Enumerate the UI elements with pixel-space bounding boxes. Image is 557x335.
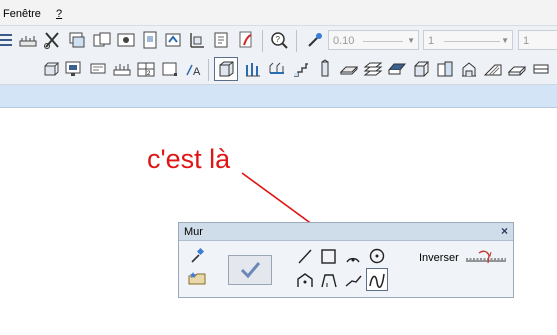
line-tool-icon[interactable]	[295, 246, 315, 266]
spline-tool-icon	[369, 273, 385, 288]
apply-button[interactable]	[228, 255, 272, 285]
polyline-tool-icon[interactable]	[343, 270, 363, 290]
circle-tool-icon[interactable]	[367, 246, 387, 266]
rectangle-tool-icon[interactable]	[319, 246, 339, 266]
trapezoid-tool-icon[interactable]	[319, 270, 339, 290]
palette-titlebar[interactable]: Mur ×	[179, 223, 513, 241]
eyedropper-icon[interactable]	[187, 246, 207, 266]
invert-label: Inverser	[419, 252, 459, 264]
polygon-tool-icon[interactable]	[295, 270, 315, 290]
arc-tool-icon[interactable]	[343, 246, 363, 266]
invert-toggle-icon[interactable]	[465, 249, 507, 265]
checkmark-icon	[240, 262, 261, 279]
wall-palette[interactable]: Mur × Inverser	[178, 222, 514, 298]
close-icon[interactable]: ×	[501, 224, 508, 238]
favorites-folder-icon[interactable]	[187, 268, 207, 288]
palette-title: Mur	[184, 226, 203, 238]
spline-tool-button[interactable]	[366, 268, 388, 291]
